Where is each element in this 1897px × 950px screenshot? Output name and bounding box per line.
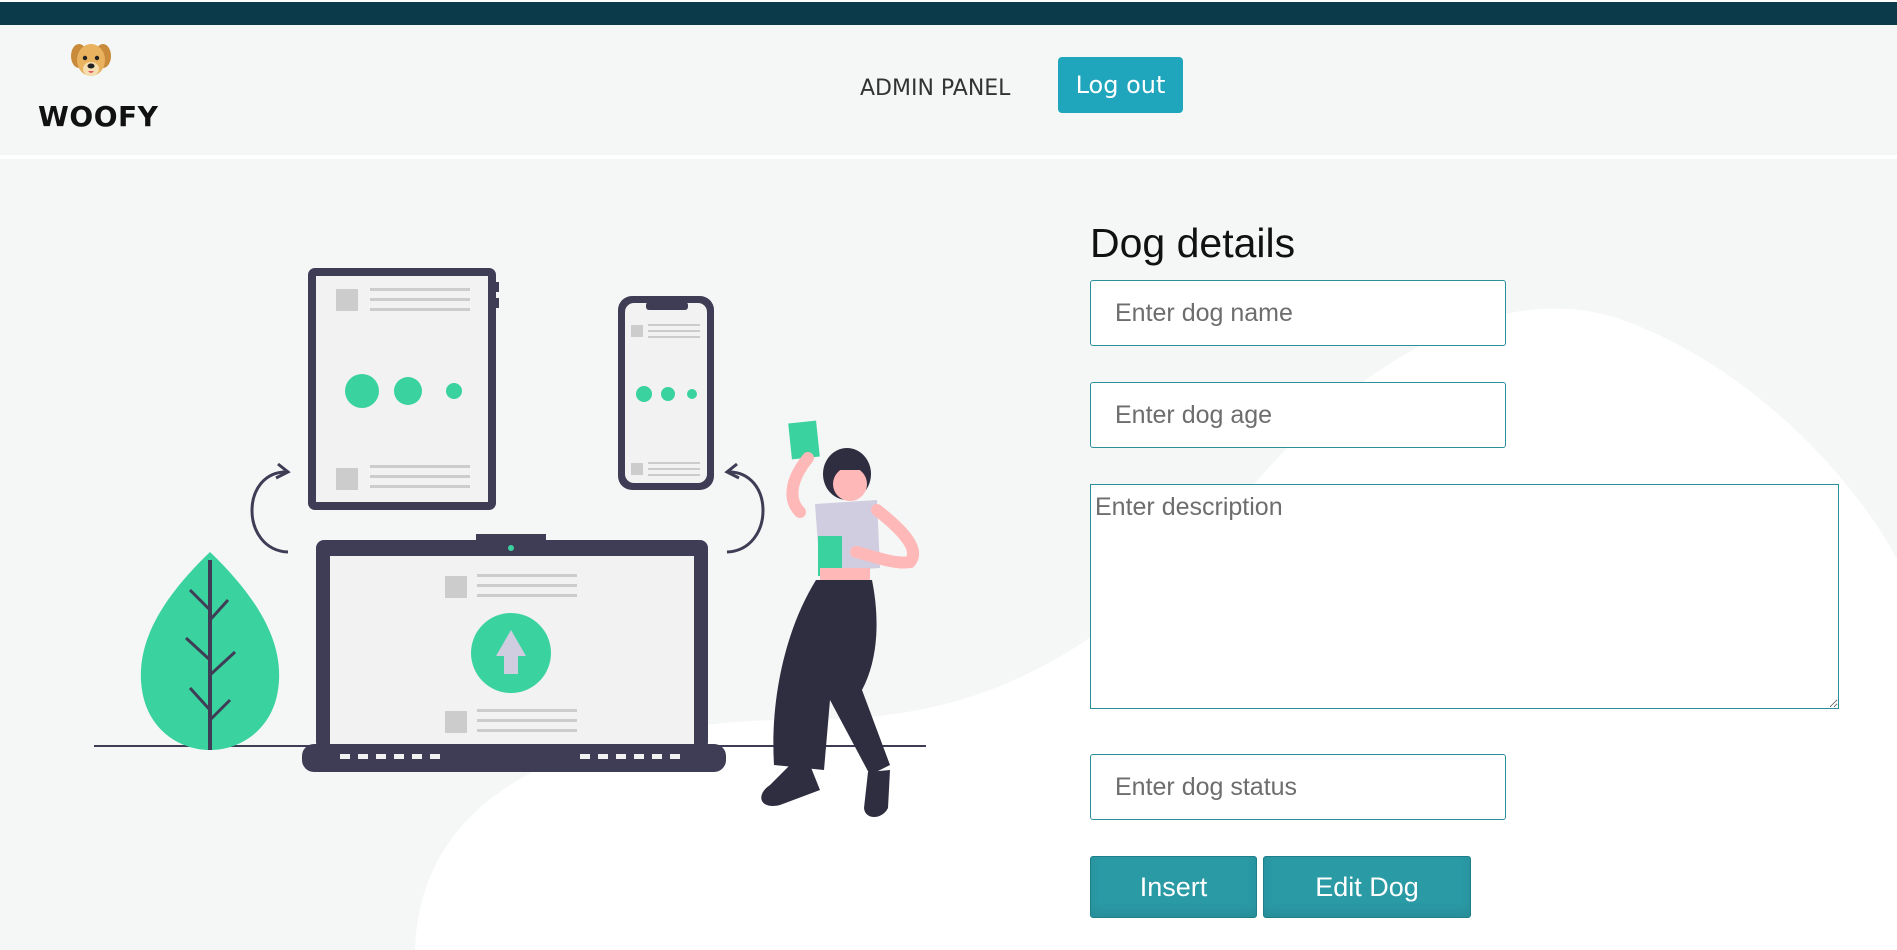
- dog-name-input[interactable]: [1090, 280, 1506, 346]
- form-title: Dog details: [1090, 220, 1296, 266]
- edit-dog-button[interactable]: Edit Dog: [1263, 856, 1471, 918]
- logo[interactable]: WOOFY: [38, 38, 168, 138]
- description-textarea[interactable]: [1090, 484, 1839, 709]
- insert-button[interactable]: Insert: [1090, 856, 1257, 918]
- dog-status-input[interactable]: [1090, 754, 1506, 820]
- nav-admin-panel[interactable]: ADMIN PANEL: [860, 76, 1010, 101]
- brand-name: WOOFY: [38, 100, 159, 133]
- dog-age-input[interactable]: [1090, 382, 1506, 448]
- logout-button[interactable]: Log out: [1058, 57, 1183, 113]
- dog-face-icon: [71, 44, 111, 76]
- devices-illustration: [94, 268, 926, 817]
- top-bar: [0, 0, 1897, 25]
